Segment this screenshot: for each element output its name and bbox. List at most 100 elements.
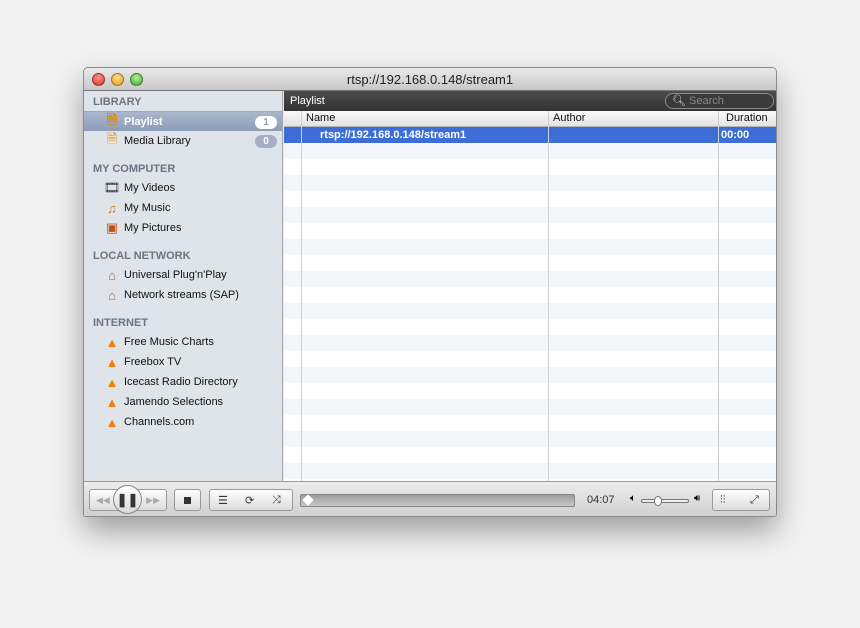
vlc-cone-icon: ▲ — [105, 414, 119, 430]
repeat-button[interactable]: ⟳ — [245, 494, 254, 507]
control-bar: ◀◀ ▶▶ ❚❚ ☰ ⟳ ⤨ 04:07 🔈︎ 🔊︎ ⫶⫶ ⤢ — [84, 481, 776, 516]
search-icon: 🔍︎ — [672, 95, 686, 107]
row-duration: 00:00 — [721, 129, 750, 141]
sidebar-item-free-music-charts[interactable]: ▲ Free Music Charts — [84, 332, 282, 352]
empty-row — [284, 143, 776, 159]
empty-row — [284, 351, 776, 367]
elapsed-time: 04:07 — [587, 494, 615, 506]
stop-icon — [184, 496, 191, 504]
vlc-window: rtsp://192.168.0.148/stream1 LIBRARY 🗎 Pla… — [83, 67, 777, 517]
playlist-row[interactable]: rtsp://192.168.0.148/stream1 00:00 — [284, 127, 776, 143]
fullscreen-button[interactable]: ⤢ — [750, 494, 759, 507]
film-icon: 🎞 — [103, 180, 121, 195]
empty-row — [284, 399, 776, 415]
shuffle-button[interactable]: ⤨ — [272, 494, 281, 507]
sidebar-item-my-videos[interactable]: 🎞 My Videos — [84, 178, 282, 198]
column-duration[interactable]: Duration — [726, 112, 768, 124]
sidebar-item-label: My Music — [124, 202, 171, 214]
column-name[interactable]: Name — [306, 112, 335, 124]
vlc-cone-icon: ▲ — [105, 394, 119, 410]
playlist-toggle-button[interactable]: ☰ — [218, 494, 228, 507]
rewind-button[interactable]: ◀◀ — [96, 495, 110, 506]
sidebar-item-freebox-tv[interactable]: ▲ Freebox TV — [84, 352, 282, 372]
sidebar-item-label: Icecast Radio Directory — [124, 376, 238, 388]
playlist-title: Playlist — [290, 95, 325, 107]
section-header: LOCAL NETWORK — [93, 250, 191, 262]
sidebar: LIBRARY 🗎 Playlist 1 🗎 Media Library 0 MY COMPU… — [84, 91, 283, 481]
search-placeholder: Search — [689, 95, 724, 107]
sidebar-item-label: Universal Plug'n'Play — [124, 269, 227, 281]
volume-low-icon[interactable]: 🔈︎ — [630, 493, 636, 504]
section-header: MY COMPUTER — [93, 163, 176, 175]
pause-button[interactable]: ❚❚ — [113, 485, 142, 514]
sidebar-item-label: Channels.com — [124, 416, 195, 428]
fast-forward-button[interactable]: ▶▶ — [146, 495, 160, 506]
column-header: Name Author Duration — [284, 111, 776, 127]
empty-row — [284, 463, 776, 479]
sidebar-item-label: Jamendo Selections — [124, 396, 224, 408]
empty-row — [284, 415, 776, 431]
zoom-button[interactable] — [130, 73, 143, 86]
sidebar-item-my-pictures[interactable]: ▣ My Pictures — [84, 218, 282, 238]
vlc-cone-icon: ▲ — [105, 354, 119, 370]
empty-row — [284, 239, 776, 255]
close-button[interactable] — [92, 73, 105, 86]
sidebar-item-label: Freebox TV — [124, 356, 182, 368]
search-input[interactable]: 🔍︎ Search — [665, 93, 774, 109]
section-header: LIBRARY — [93, 96, 142, 108]
sidebar-item-universal-plug-n-play[interactable]: ⌂ Universal Plug'n'Play — [84, 265, 282, 285]
count-badge: 1 — [255, 116, 277, 129]
empty-row — [284, 431, 776, 447]
stop-button[interactable] — [174, 489, 201, 511]
empty-row — [284, 447, 776, 463]
playlist-rows: rtsp://192.168.0.148/stream1 00:00 — [284, 127, 776, 481]
empty-row — [284, 271, 776, 287]
playlist-icon: 🗎 — [106, 111, 118, 127]
sidebar-item-label: Media Library — [124, 135, 191, 147]
playlist-mode-group: ☰ ⟳ ⤨ — [209, 489, 293, 511]
volume-slider[interactable] — [641, 496, 689, 506]
playlist-panel: Playlist 🔍︎ Search Name Author Duration … — [284, 91, 776, 481]
empty-row — [284, 255, 776, 271]
sidebar-item-network-streams-sap-[interactable]: ⌂ Network streams (SAP) — [84, 285, 282, 305]
volume-handle[interactable] — [654, 496, 662, 506]
vlc-cone-icon: ▲ — [105, 334, 119, 350]
house-icon: ⌂ — [108, 267, 116, 283]
empty-row — [284, 335, 776, 351]
empty-row — [284, 287, 776, 303]
sidebar-item-jamendo-selections[interactable]: ▲ Jamendo Selections — [84, 392, 282, 412]
sidebar-item-label: My Videos — [124, 182, 176, 194]
minimize-button[interactable] — [111, 73, 124, 86]
title-bar: rtsp://192.168.0.148/stream1 — [84, 68, 776, 91]
empty-row — [284, 175, 776, 191]
vlc-cone-icon: ▲ — [105, 374, 119, 390]
count-badge: 0 — [255, 135, 277, 148]
playlist-header: Playlist 🔍︎ Search — [284, 91, 776, 111]
empty-row — [284, 191, 776, 207]
empty-row — [284, 367, 776, 383]
empty-row — [284, 303, 776, 319]
window-title: rtsp://192.168.0.148/stream1 — [346, 72, 514, 87]
music-note-icon: ♫ — [107, 200, 117, 216]
sidebar-item-label: Playlist — [124, 115, 163, 128]
equalizer-button[interactable]: ⫶⫶ — [720, 494, 726, 507]
sidebar-item-icecast-radio-directory[interactable]: ▲ Icecast Radio Directory — [84, 372, 282, 392]
empty-row — [284, 383, 776, 399]
seek-handle[interactable] — [302, 494, 314, 506]
seek-bar[interactable] — [300, 494, 575, 507]
sidebar-item-channels-com[interactable]: ▲ Channels.com — [84, 412, 282, 432]
row-name: rtsp://192.168.0.148/stream1 — [320, 129, 467, 141]
sidebar-item-my-music[interactable]: ♫ My Music — [84, 198, 282, 218]
empty-row — [284, 159, 776, 175]
empty-row — [284, 207, 776, 223]
column-author[interactable]: Author — [553, 112, 585, 124]
sidebar-item-playlist[interactable]: 🗎 Playlist 1 — [84, 111, 282, 131]
sidebar-item-label: My Pictures — [124, 222, 182, 234]
volume-high-icon[interactable]: 🔊︎ — [694, 493, 700, 504]
empty-row — [284, 223, 776, 239]
empty-row — [284, 319, 776, 335]
picture-icon: ▣ — [105, 220, 119, 235]
sidebar-item-label: Network streams (SAP) — [124, 289, 239, 301]
sidebar-item-media-library[interactable]: 🗎 Media Library 0 — [84, 131, 282, 151]
section-header: INTERNET — [93, 317, 148, 329]
